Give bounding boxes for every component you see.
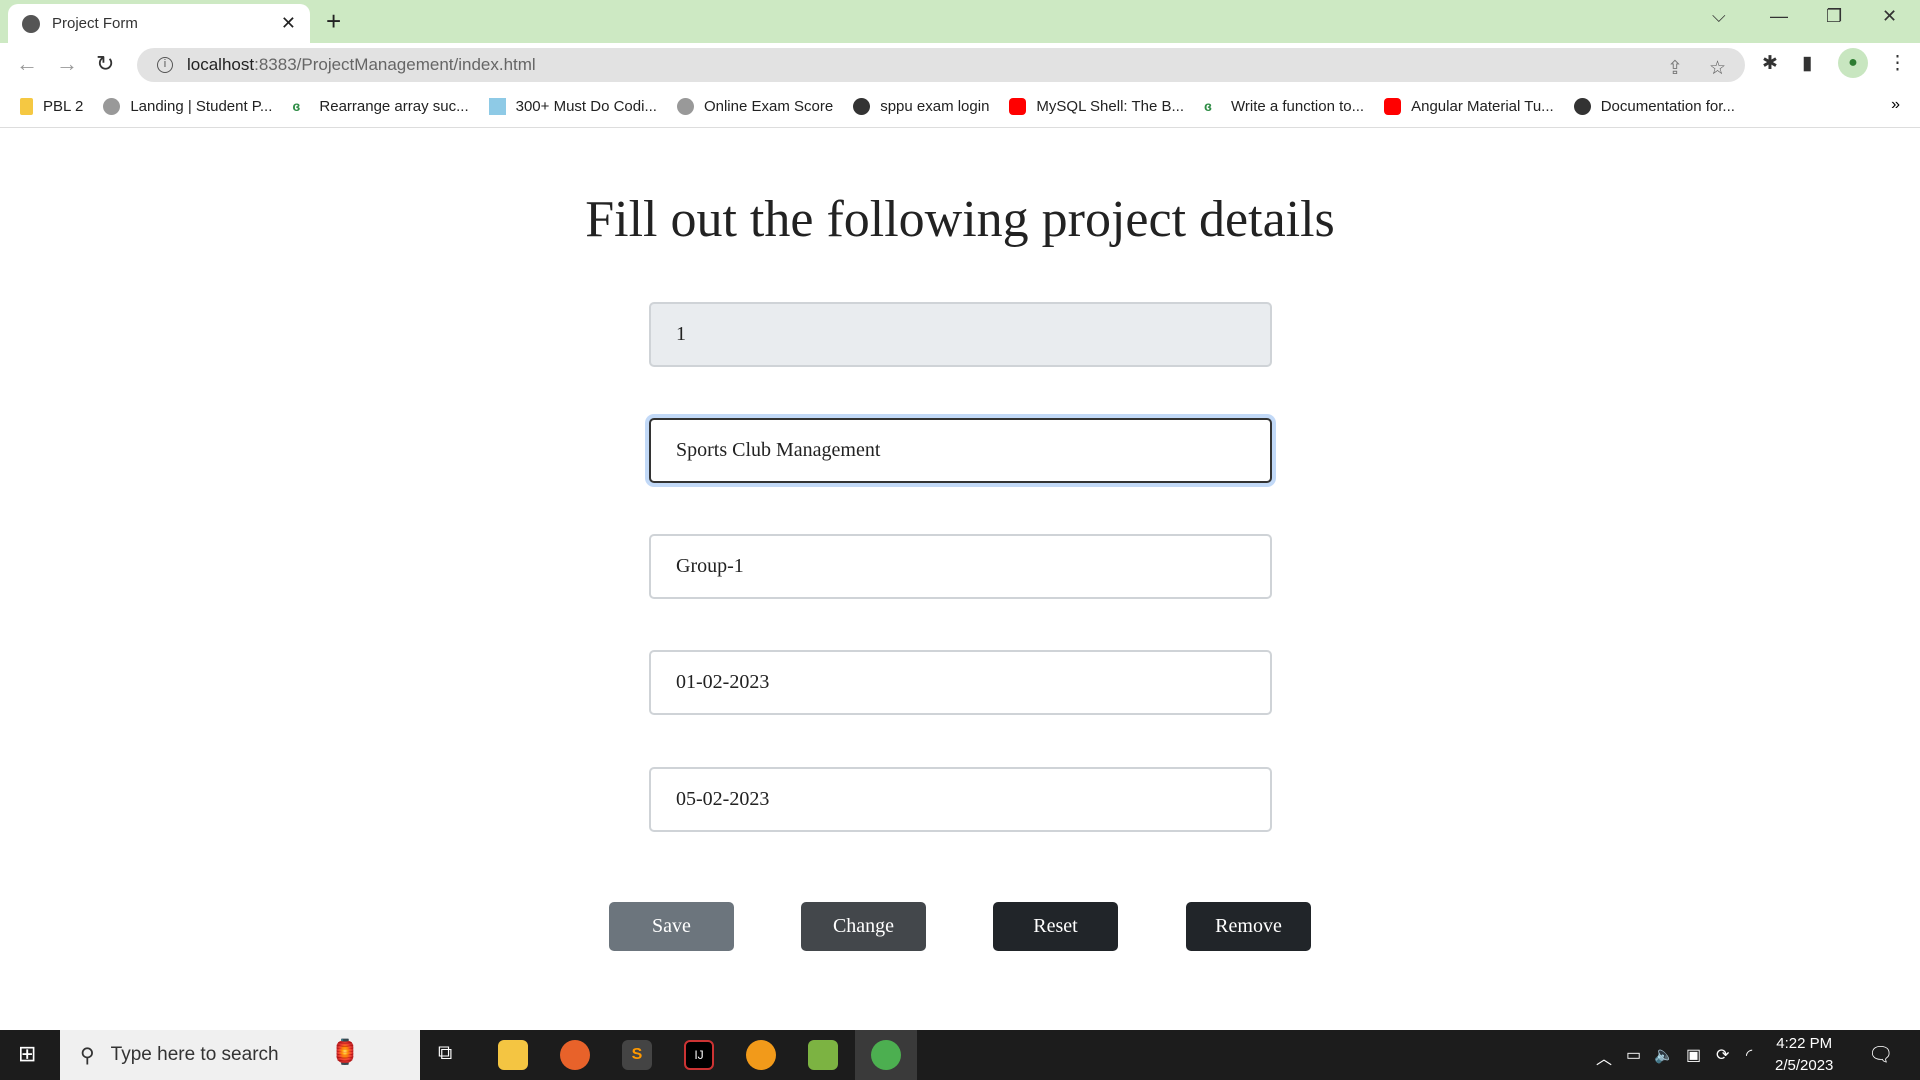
bookmarks-bar: PBL 2 Landing | Student P... ɞ Rearrange … [0,86,1920,128]
bookmark-item[interactable]: ɞ Rearrange array suc... [292,98,468,115]
save-button[interactable]: Save [609,902,734,951]
bookmark-item[interactable]: 300+ Must Do Codi... [488,98,657,115]
gfg-icon: ɞ [292,98,301,114]
bookmark-item[interactable]: MySQL Shell: The B... [1009,98,1184,115]
address-bar[interactable]: i localhost:8383/ProjectManagement/index… [137,48,1745,82]
site-info-icon[interactable]: i [157,57,173,73]
group-input[interactable] [649,534,1272,599]
new-tab-button[interactable]: + [326,6,341,37]
site-icon [488,98,506,115]
minimize-button[interactable]: — [1770,6,1788,27]
intellij-icon[interactable]: IJ [684,1040,714,1070]
sublime-text-icon[interactable]: S [622,1040,652,1070]
globe-icon [853,98,871,115]
tab-search-icon[interactable]: ⌵ [1712,6,1726,27]
tab-project-form[interactable]: Project Form ✕ [8,4,310,43]
task-view-icon[interactable]: ⧉ [438,1042,452,1065]
share-icon[interactable]: ⇪ [1667,57,1683,80]
bookmark-item[interactable]: ɞ Write a function to... [1204,98,1364,115]
tab-bar: Project Form ✕ + ⌵ — ❐ ✕ [0,0,1920,43]
university-icon [103,98,121,115]
bookmark-star-icon[interactable]: ☆ [1709,57,1726,80]
gfg-icon: ɞ [1203,98,1212,114]
project-id-input[interactable] [649,302,1272,367]
end-date-input[interactable] [649,767,1272,832]
globe-icon [22,14,40,33]
bookmark-item[interactable]: Angular Material Tu... [1384,98,1554,115]
camera-icon[interactable]: ▣ [1686,1045,1701,1065]
side-panel-icon[interactable]: ▮ [1802,52,1812,75]
page-title: Fill out the following project details [585,191,1335,248]
profile-avatar[interactable]: ● [1838,48,1868,78]
university-icon [676,98,694,115]
taskbar-search[interactable]: ⚲ Type here to search 🏮 [60,1030,420,1080]
bookmark-item[interactable]: Online Exam Score [676,98,833,115]
project-name-input[interactable] [649,418,1272,483]
restore-button[interactable]: ❐ [1826,6,1842,27]
start-date-input[interactable] [649,650,1272,715]
url-host: localhost [187,55,255,74]
reset-button[interactable]: Reset [993,902,1118,951]
chrome-taskbar-button[interactable] [855,1030,917,1080]
extensions-icon[interactable]: ✱ [1762,52,1778,75]
app-icon[interactable] [808,1040,838,1070]
url-path: :8383/ProjectManagement/index.html [254,55,536,74]
youtube-icon [1009,98,1027,115]
clock[interactable]: 4:22 PM 2/5/2023 [1775,1033,1833,1077]
chrome-icon [871,1040,901,1070]
close-window-button[interactable]: ✕ [1882,6,1897,27]
folder-icon [20,98,33,115]
battery-icon[interactable]: ▭ [1626,1045,1641,1065]
file-explorer-icon[interactable] [498,1040,528,1070]
firefox-icon[interactable] [560,1040,590,1070]
notifications-icon[interactable]: 🗨 [1868,1042,1893,1067]
wifi-icon[interactable]: ◜ [1746,1045,1752,1065]
bookmark-item[interactable]: Documentation for... [1573,98,1735,115]
bookmark-item[interactable]: sppu exam login [853,98,989,115]
sync-icon[interactable]: ⟳ [1716,1045,1729,1065]
remove-button[interactable]: Remove [1186,902,1311,951]
show-hidden-icons[interactable]: ︿ [1596,1045,1612,1069]
change-button[interactable]: Change [801,902,926,951]
bookmark-item[interactable]: PBL 2 [20,98,83,115]
more-bookmarks-icon[interactable]: » [1891,96,1900,114]
taskbar: ⊞ ⚲ Type here to search 🏮 ⧉ S IJ ︿ ▭ 🔈 ▣… [0,1030,1920,1080]
youtube-icon [1384,98,1402,115]
reload-icon[interactable]: ↻ [96,51,114,77]
menu-icon[interactable]: ⋮ [1888,52,1907,75]
tab-title: Project Form [52,15,138,32]
lantern-icon: 🏮 [330,1039,360,1066]
search-icon: ⚲ [80,1044,95,1067]
vpn-icon[interactable] [746,1040,776,1070]
windows-start-icon[interactable]: ⊞ [18,1041,36,1067]
bookmark-item[interactable]: Landing | Student P... [103,98,272,115]
close-tab-icon[interactable]: ✕ [281,13,296,34]
volume-icon[interactable]: 🔈 [1654,1045,1674,1065]
navigation-bar: ← → ↻ i localhost:8383/ProjectManagement… [0,43,1920,86]
forward-icon[interactable]: → [56,51,78,77]
back-icon[interactable]: ← [16,51,38,77]
globe-icon [1573,98,1591,115]
